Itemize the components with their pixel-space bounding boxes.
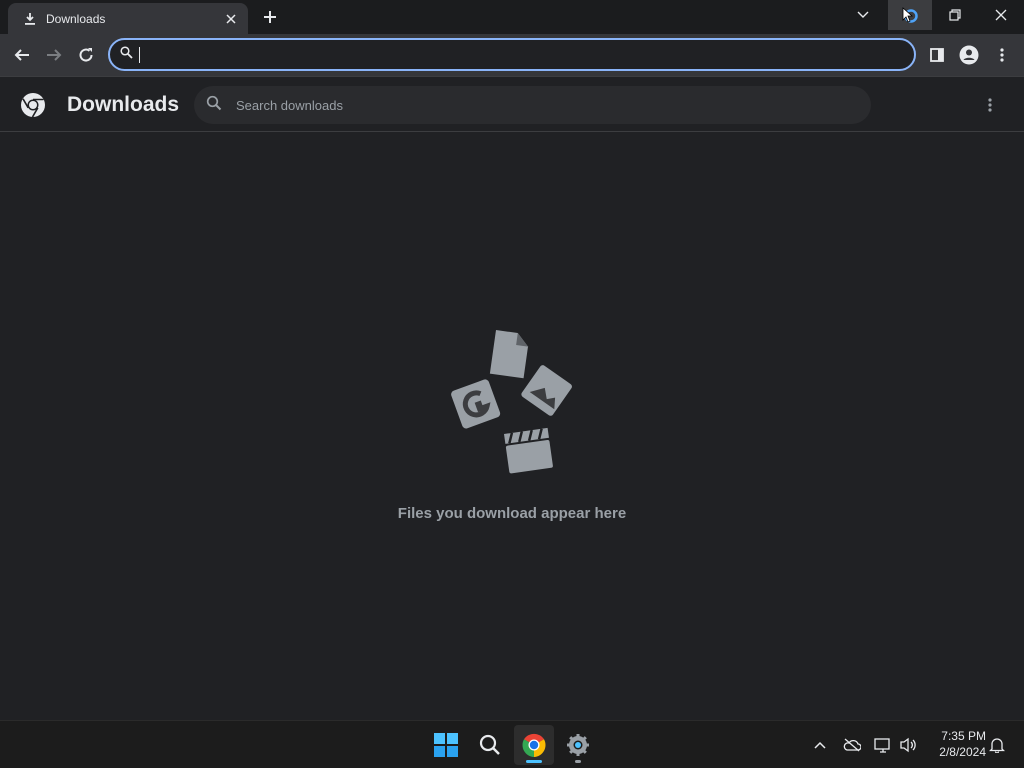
tab-title: Downloads	[46, 11, 106, 26]
new-tab-button[interactable]	[258, 6, 282, 28]
restore-button[interactable]	[933, 0, 977, 30]
forward-button[interactable]	[39, 40, 69, 70]
volume-icon[interactable]	[896, 733, 920, 757]
active-app-indicator	[526, 760, 542, 763]
clock-date: 2/8/2024	[939, 745, 986, 759]
chevron-up-icon[interactable]	[808, 733, 832, 757]
text-caret	[139, 46, 140, 63]
tab-search-chevron-icon[interactable]	[841, 0, 885, 30]
page-title: Downloads	[67, 93, 180, 116]
network-icon[interactable]	[871, 733, 895, 757]
downloads-header: Downloads	[0, 78, 1024, 132]
reload-button[interactable]	[71, 40, 101, 70]
tab-strip: Downloads	[0, 0, 1024, 34]
running-app-indicator	[575, 760, 581, 763]
clock[interactable]: 7:35 PM 2/8/2024	[926, 728, 986, 760]
notification-bell-icon[interactable]	[985, 733, 1009, 757]
windows-start-icon[interactable]	[426, 725, 466, 765]
more-actions-icon[interactable]	[978, 93, 1002, 117]
search-taskbar-icon[interactable]	[470, 725, 510, 765]
browser-toolbar	[0, 34, 1024, 77]
tab-downloads[interactable]: Downloads	[8, 3, 248, 34]
download-icon	[22, 11, 38, 27]
back-button[interactable]	[7, 40, 37, 70]
chrome-logo-icon	[20, 92, 46, 118]
search-downloads-bar[interactable]	[194, 86, 871, 124]
settings-taskbar-icon[interactable]	[558, 725, 598, 765]
browser-menu-icon[interactable]	[987, 40, 1017, 70]
empty-downloads-illustration-icon	[446, 322, 578, 478]
address-bar[interactable]	[108, 38, 916, 71]
close-tab-icon[interactable]	[222, 10, 240, 28]
close-window-button[interactable]	[979, 0, 1023, 30]
profile-avatar-icon[interactable]	[954, 40, 984, 70]
minimize-button[interactable]	[888, 0, 932, 30]
chrome-taskbar-icon[interactable]	[514, 725, 554, 765]
search-icon	[120, 45, 133, 64]
taskbar: 7:35 PM 2/8/2024	[0, 720, 1024, 768]
search-downloads-input[interactable]	[236, 97, 836, 113]
side-panel-icon[interactable]	[922, 40, 952, 70]
search-icon	[206, 95, 222, 116]
empty-state-message: Files you download appear here	[397, 505, 627, 522]
address-input[interactable]	[146, 46, 846, 63]
onedrive-offline-icon[interactable]	[840, 733, 864, 757]
clock-time: 7:35 PM	[941, 729, 986, 743]
